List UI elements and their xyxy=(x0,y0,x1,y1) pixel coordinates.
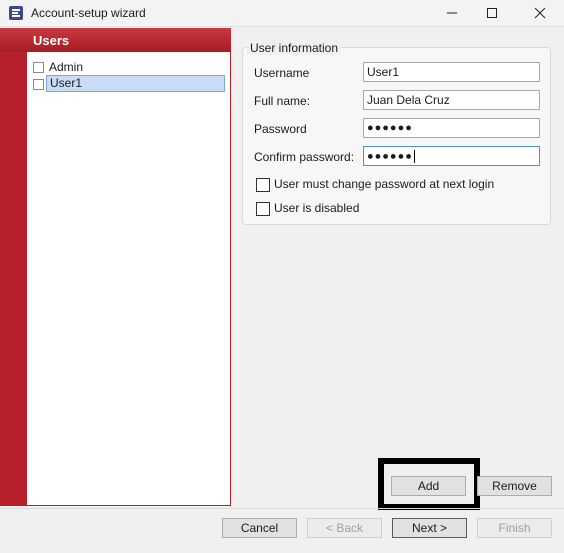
username-label: Username xyxy=(254,66,310,80)
users-panel: Users Admin User1 xyxy=(0,28,231,506)
username-field[interactable]: User1 xyxy=(363,62,540,82)
app-icon xyxy=(9,6,23,20)
close-button[interactable] xyxy=(518,0,562,26)
full-name-field[interactable]: Juan Dela Cruz xyxy=(363,90,540,110)
users-panel-title: Users xyxy=(33,33,70,48)
user-information-legend: User information xyxy=(247,41,342,55)
confirm-password-label: Confirm password: xyxy=(254,150,355,164)
tree-item-label: Admin xyxy=(49,60,84,74)
close-icon xyxy=(534,7,546,19)
window-title: Account-setup wizard xyxy=(31,6,146,20)
maximize-button[interactable] xyxy=(470,0,514,26)
must-change-password-label: User must change password at next login xyxy=(274,177,495,191)
password-value: ●●●●●● xyxy=(367,122,413,134)
user1-checkbox[interactable] xyxy=(33,79,44,90)
cancel-button[interactable]: Cancel xyxy=(222,518,297,538)
minimize-button[interactable] xyxy=(430,0,474,26)
title-bar: Account-setup wizard xyxy=(0,0,564,27)
users-tree[interactable]: Admin User1 xyxy=(27,52,231,506)
user-disabled-checkbox[interactable] xyxy=(256,202,270,216)
next-button[interactable]: Next > xyxy=(392,518,467,538)
password-label: Password xyxy=(254,122,307,136)
finish-button[interactable]: Finish xyxy=(477,518,552,538)
must-change-password-checkbox[interactable] xyxy=(256,178,270,192)
remove-button[interactable]: Remove xyxy=(477,476,552,496)
user-disabled-label: User is disabled xyxy=(274,201,360,215)
tree-item-user1[interactable]: User1 xyxy=(31,75,227,92)
confirm-password-value: ●●●●●● xyxy=(367,150,413,163)
maximize-icon xyxy=(487,8,497,18)
tree-item-admin[interactable]: Admin xyxy=(31,58,227,75)
confirm-password-field[interactable]: ●●●●●● xyxy=(363,146,540,166)
footer-separator xyxy=(0,508,564,509)
tree-item-label: User1 xyxy=(46,75,225,92)
password-field[interactable]: ●●●●●● xyxy=(363,118,540,138)
full-name-label: Full name: xyxy=(254,94,311,108)
minimize-icon xyxy=(447,12,457,14)
back-button[interactable]: < Back xyxy=(307,518,382,538)
text-caret xyxy=(413,150,415,163)
users-panel-header: Users xyxy=(0,28,231,52)
admin-checkbox[interactable] xyxy=(33,62,44,73)
add-button[interactable]: Add xyxy=(391,476,466,496)
